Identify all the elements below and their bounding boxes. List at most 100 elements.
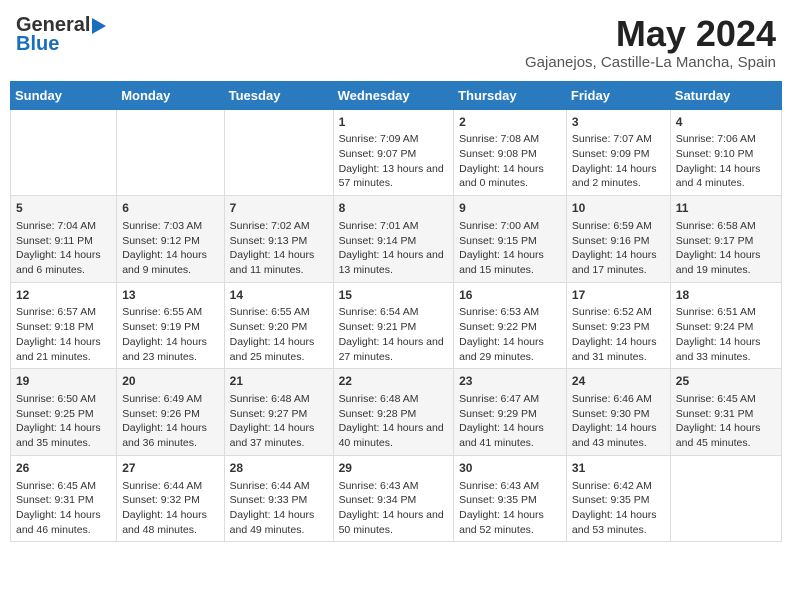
location-title: Gajanejos, Castille-La Mancha, Spain (525, 54, 776, 71)
day-info: Sunrise: 6:54 AMSunset: 9:21 PMDaylight:… (339, 305, 449, 364)
header-saturday: Saturday (670, 81, 781, 109)
day-number: 24 (572, 373, 665, 390)
day-number: 10 (572, 200, 665, 217)
calendar-week-row: 12Sunrise: 6:57 AMSunset: 9:18 PMDayligh… (11, 282, 782, 369)
day-info: Sunrise: 6:45 AMSunset: 9:31 PMDaylight:… (16, 479, 111, 538)
day-number: 11 (676, 200, 776, 217)
day-info: Sunrise: 7:02 AMSunset: 9:13 PMDaylight:… (230, 219, 328, 278)
header-wednesday: Wednesday (333, 81, 454, 109)
day-info: Sunrise: 6:51 AMSunset: 9:24 PMDaylight:… (676, 305, 776, 364)
day-info: Sunrise: 6:49 AMSunset: 9:26 PMDaylight:… (122, 392, 218, 451)
day-info: Sunrise: 6:52 AMSunset: 9:23 PMDaylight:… (572, 305, 665, 364)
header-tuesday: Tuesday (224, 81, 333, 109)
calendar-week-row: 5Sunrise: 7:04 AMSunset: 9:11 PMDaylight… (11, 196, 782, 283)
calendar-cell: 29 Sunrise: 6:43 AMSunset: 9:34 PMDayligh… (333, 455, 454, 542)
calendar-cell: 24 Sunrise: 6:46 AMSunset: 9:30 PMDayligh… (566, 369, 670, 456)
calendar-cell: 23Sunrise: 6:47 AMSunset: 9:29 PMDayligh… (454, 369, 567, 456)
logo: General Blue (16, 14, 106, 56)
day-info: Sunrise: 7:00 AMSunset: 9:15 PMDaylight:… (459, 219, 561, 278)
day-info: Sunrise: 6:57 AMSunset: 9:18 PMDaylight:… (16, 305, 111, 364)
calendar-cell: 20 Sunrise: 6:49 AMSunset: 9:26 PMDayligh… (117, 369, 224, 456)
calendar-cell (224, 109, 333, 196)
day-number: 26 (16, 460, 111, 477)
day-number: 4 (676, 114, 776, 131)
day-info: Sunrise: 6:46 AMSunset: 9:30 PMDaylight:… (572, 392, 665, 451)
header-monday: Monday (117, 81, 224, 109)
day-info: Sunrise: 6:55 AMSunset: 9:20 PMDaylight:… (230, 305, 328, 364)
month-title: May 2024 (525, 14, 776, 54)
day-number: 29 (339, 460, 449, 477)
calendar-cell: 16Sunrise: 6:53 AMSunset: 9:22 PMDayligh… (454, 282, 567, 369)
calendar-cell: 25 Sunrise: 6:45 AMSunset: 9:31 PMDayligh… (670, 369, 781, 456)
day-info: Sunrise: 7:01 AMSunset: 9:14 PMDaylight:… (339, 219, 449, 278)
day-info: Sunrise: 6:50 AMSunset: 9:25 PMDaylight:… (16, 392, 111, 451)
day-number: 12 (16, 287, 111, 304)
title-block: May 2024 Gajanejos, Castille-La Mancha, … (525, 14, 776, 71)
day-number: 22 (339, 373, 449, 390)
calendar-cell: 30 Sunrise: 6:43 AMSunset: 9:35 PMDayligh… (454, 455, 567, 542)
day-number: 25 (676, 373, 776, 390)
day-number: 9 (459, 200, 561, 217)
day-number: 15 (339, 287, 449, 304)
header-sunday: Sunday (11, 81, 117, 109)
day-info: Sunrise: 6:44 AMSunset: 9:33 PMDaylight:… (230, 479, 328, 538)
calendar-cell: 21Sunrise: 6:48 AMSunset: 9:27 PMDayligh… (224, 369, 333, 456)
calendar-cell: 10 Sunrise: 6:59 AMSunset: 9:16 PMDayligh… (566, 196, 670, 283)
day-info: Sunrise: 7:06 AMSunset: 9:10 PMDaylight:… (676, 132, 776, 191)
day-info: Sunrise: 7:08 AMSunset: 9:08 PMDaylight:… (459, 132, 561, 191)
day-number: 18 (676, 287, 776, 304)
day-info: Sunrise: 7:07 AMSunset: 9:09 PMDaylight:… (572, 132, 665, 191)
day-info: Sunrise: 6:43 AMSunset: 9:35 PMDaylight:… (459, 479, 561, 538)
day-number: 6 (122, 200, 218, 217)
day-number: 16 (459, 287, 561, 304)
day-number: 21 (230, 373, 328, 390)
calendar-cell: 31Sunrise: 6:42 AMSunset: 9:35 PMDayligh… (566, 455, 670, 542)
day-number: 2 (459, 114, 561, 131)
calendar-cell: 7 Sunrise: 7:02 AMSunset: 9:13 PMDaylight… (224, 196, 333, 283)
calendar-cell: 6 Sunrise: 7:03 AMSunset: 9:12 PMDaylight… (117, 196, 224, 283)
calendar-week-row: 1Sunrise: 7:09 AMSunset: 9:07 PMDaylight… (11, 109, 782, 196)
calendar-cell: 26 Sunrise: 6:45 AMSunset: 9:31 PMDayligh… (11, 455, 117, 542)
header-friday: Friday (566, 81, 670, 109)
calendar-cell: 12Sunrise: 6:57 AMSunset: 9:18 PMDayligh… (11, 282, 117, 369)
calendar-cell: 15Sunrise: 6:54 AMSunset: 9:21 PMDayligh… (333, 282, 454, 369)
calendar-cell: 18Sunrise: 6:51 AMSunset: 9:24 PMDayligh… (670, 282, 781, 369)
calendar-cell: 2Sunrise: 7:08 AMSunset: 9:08 PMDaylight… (454, 109, 567, 196)
calendar-week-row: 19 Sunrise: 6:50 AMSunset: 9:25 PMDayligh… (11, 369, 782, 456)
day-info: Sunrise: 7:09 AMSunset: 9:07 PMDaylight:… (339, 132, 449, 191)
logo-blue-text: Blue (16, 33, 59, 56)
calendar-week-row: 26 Sunrise: 6:45 AMSunset: 9:31 PMDayligh… (11, 455, 782, 542)
day-number: 20 (122, 373, 218, 390)
day-info: Sunrise: 6:43 AMSunset: 9:34 PMDaylight:… (339, 479, 449, 538)
calendar-cell (117, 109, 224, 196)
day-number: 28 (230, 460, 328, 477)
day-number: 8 (339, 200, 449, 217)
calendar-cell: 3Sunrise: 7:07 AMSunset: 9:09 PMDaylight… (566, 109, 670, 196)
day-number: 13 (122, 287, 218, 304)
day-number: 5 (16, 200, 111, 217)
day-info: Sunrise: 7:03 AMSunset: 9:12 PMDaylight:… (122, 219, 218, 278)
day-info: Sunrise: 6:58 AMSunset: 9:17 PMDaylight:… (676, 219, 776, 278)
day-info: Sunrise: 6:55 AMSunset: 9:19 PMDaylight:… (122, 305, 218, 364)
day-info: Sunrise: 6:59 AMSunset: 9:16 PMDaylight:… (572, 219, 665, 278)
day-info: Sunrise: 6:42 AMSunset: 9:35 PMDaylight:… (572, 479, 665, 538)
day-info: Sunrise: 6:48 AMSunset: 9:28 PMDaylight:… (339, 392, 449, 451)
day-info: Sunrise: 6:53 AMSunset: 9:22 PMDaylight:… (459, 305, 561, 364)
day-number: 1 (339, 114, 449, 131)
calendar-cell: 27Sunrise: 6:44 AMSunset: 9:32 PMDayligh… (117, 455, 224, 542)
header-thursday: Thursday (454, 81, 567, 109)
day-number: 30 (459, 460, 561, 477)
calendar-cell: 28 Sunrise: 6:44 AMSunset: 9:33 PMDayligh… (224, 455, 333, 542)
calendar-cell: 9 Sunrise: 7:00 AMSunset: 9:15 PMDaylight… (454, 196, 567, 283)
day-number: 3 (572, 114, 665, 131)
day-number: 17 (572, 287, 665, 304)
calendar-cell: 11 Sunrise: 6:58 AMSunset: 9:17 PMDayligh… (670, 196, 781, 283)
logo-arrow-icon (92, 18, 106, 34)
calendar-cell: 19 Sunrise: 6:50 AMSunset: 9:25 PMDayligh… (11, 369, 117, 456)
calendar-cell (670, 455, 781, 542)
calendar-cell: 22 Sunrise: 6:48 AMSunset: 9:28 PMDayligh… (333, 369, 454, 456)
day-number: 19 (16, 373, 111, 390)
day-info: Sunrise: 6:45 AMSunset: 9:31 PMDaylight:… (676, 392, 776, 451)
day-number: 7 (230, 200, 328, 217)
calendar-cell: 5Sunrise: 7:04 AMSunset: 9:11 PMDaylight… (11, 196, 117, 283)
